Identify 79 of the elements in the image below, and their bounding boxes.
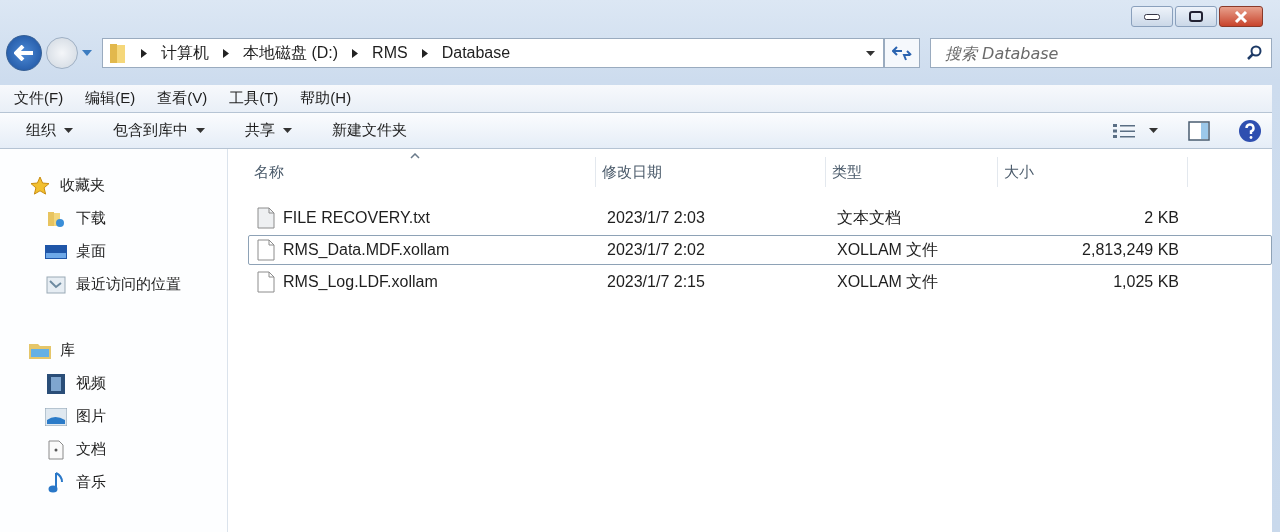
- nav-item[interactable]: 视频: [76, 374, 106, 393]
- nav-group[interactable]: 库: [60, 341, 75, 360]
- file-name: RMS_Data.MDF.xollam: [283, 241, 450, 259]
- picture-icon: [45, 407, 67, 426]
- toolbar-button[interactable]: 组织: [18, 117, 81, 145]
- breadcrumb[interactable]: RMS: [372, 44, 408, 63]
- nav-item[interactable]: 最近访问的位置: [76, 275, 181, 294]
- address-bar[interactable]: 计算机 本地磁盘 (D:) RMS Database: [102, 38, 884, 69]
- minimize-button[interactable]: [1131, 6, 1173, 27]
- nav-item[interactable]: 图片: [76, 407, 106, 426]
- modified-date: 2023/1/7 2:15: [606, 273, 706, 291]
- nav-item[interactable]: 桌面: [76, 242, 106, 261]
- chevron-icon[interactable]: [223, 48, 229, 58]
- menu-item[interactable]: 帮助(H): [300, 89, 352, 109]
- preview-pane-icon[interactable]: [1188, 120, 1210, 141]
- nav-item[interactable]: 音乐: [76, 473, 106, 492]
- toolbar-button[interactable]: 新建文件夹: [324, 117, 415, 145]
- dropdown-caret-icon: [283, 128, 292, 134]
- recent-places-icon: [45, 274, 67, 295]
- document-icon: [48, 439, 64, 460]
- history-dropdown-icon[interactable]: [82, 50, 92, 57]
- minimize-icon: [1144, 13, 1160, 20]
- file-row[interactable]: FILE RECOVERY.txt 2023/1/7 2:03 文本文档 2 KB: [248, 203, 1272, 233]
- file-name: FILE RECOVERY.txt: [283, 209, 430, 227]
- file-icon: [257, 271, 275, 293]
- library-icon: [28, 341, 52, 360]
- column-header[interactable]: 修改日期: [596, 157, 826, 187]
- close-button[interactable]: [1219, 6, 1263, 27]
- maximize-icon: [1189, 11, 1203, 22]
- desktop-icon: [45, 243, 67, 260]
- file-size: 2 KB: [1143, 209, 1180, 227]
- chevron-icon[interactable]: [141, 48, 147, 58]
- chevron-icon[interactable]: [352, 48, 359, 58]
- column-header[interactable]: 大小: [998, 157, 1188, 187]
- column-header[interactable]: 名称: [248, 157, 596, 187]
- maximize-button[interactable]: [1175, 6, 1217, 27]
- file-row[interactable]: RMS_Log.LDF.xollam 2023/1/7 2:15 XOLLAM 文件 1,025 KB: [248, 267, 1272, 297]
- dropdown-caret-icon: [196, 128, 205, 134]
- close-icon: [1234, 10, 1248, 23]
- back-button[interactable]: [6, 35, 42, 72]
- search-field[interactable]: 搜索 Database: [930, 38, 1272, 69]
- file-type: XOLLAM 文件: [836, 271, 940, 292]
- folder-icon: [109, 42, 127, 65]
- file-row[interactable]: RMS_Data.MDF.xollam 2023/1/7 2:02 XOLLAM 文件 2,813,249 KB: [248, 235, 1272, 265]
- menu-item[interactable]: 工具(T): [229, 89, 279, 109]
- menu-item[interactable]: 查看(V): [157, 89, 208, 109]
- modified-date: 2023/1/7 2:03: [606, 209, 706, 227]
- nav-group[interactable]: 收藏夹: [60, 176, 105, 195]
- menu-item[interactable]: 编辑(E): [85, 89, 136, 109]
- file-icon: [257, 239, 275, 261]
- breadcrumb[interactable]: 计算机: [161, 42, 209, 64]
- modified-date: 2023/1/7 2:02: [606, 241, 706, 259]
- toolbar-button[interactable]: 包含到库中: [105, 117, 213, 145]
- file-size: 1,025 KB: [1112, 273, 1180, 291]
- search-icon: [1246, 45, 1262, 62]
- file-type: 文本文档: [836, 207, 902, 228]
- help-icon[interactable]: [1238, 118, 1262, 143]
- breadcrumb[interactable]: 本地磁盘 (D:): [243, 42, 339, 64]
- file-name: RMS_Log.LDF.xollam: [283, 273, 438, 291]
- refresh-button[interactable]: [884, 38, 920, 69]
- file-type: XOLLAM 文件: [836, 239, 940, 260]
- refresh-arrows-icon: [892, 45, 912, 62]
- toolbar-button[interactable]: 共享: [237, 117, 300, 145]
- view-dropdown-icon[interactable]: [1149, 128, 1158, 134]
- nav-item[interactable]: 文档: [76, 440, 106, 459]
- dropdown-caret-icon: [64, 128, 73, 134]
- caret-icon: [866, 50, 875, 56]
- column-header[interactable]: 类型: [826, 157, 998, 187]
- back-arrow-icon: [14, 45, 34, 62]
- file-size: 2,813,249 KB: [1081, 241, 1180, 259]
- file-icon: [257, 207, 275, 229]
- breadcrumb[interactable]: Database: [441, 44, 511, 63]
- star-icon: [30, 175, 50, 196]
- video-icon: [46, 372, 66, 395]
- nav-item[interactable]: 下载: [76, 209, 106, 228]
- chevron-icon[interactable]: [421, 48, 428, 58]
- music-note-icon: [48, 471, 64, 494]
- view-list-icon[interactable]: [1113, 123, 1135, 138]
- menu-item[interactable]: 文件(F): [14, 89, 64, 109]
